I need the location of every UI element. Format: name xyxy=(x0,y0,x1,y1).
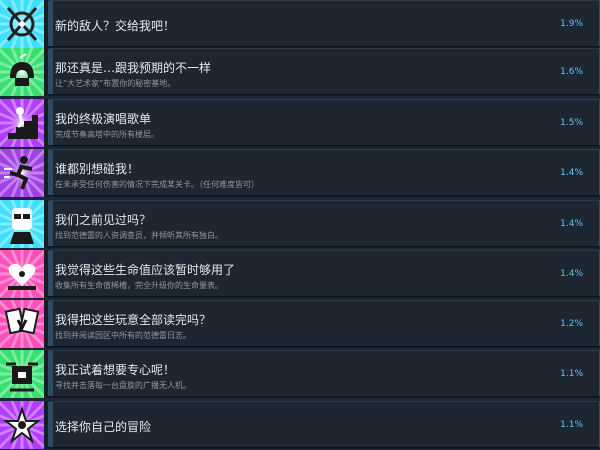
achievement-list: 新的敌人？交给我吧！ 1.9% 那还真是…跟我预期的不一样让“大艺术家”布置你的秘密… xyxy=(0,0,600,450)
unlock-percentage: 1.6% xyxy=(560,67,583,77)
panel-accent-bar xyxy=(48,402,53,447)
achievement-row[interactable]: 我们之前见过吗？ 找到范德雷的人资调查员，并倾听其所有独白。 1.4% xyxy=(0,200,600,248)
unlock-percentage: 1.4% xyxy=(560,219,583,229)
achievement-description: 收集所有生命值稀槽，完全升级你的生命量表。 xyxy=(55,281,223,290)
achievement-title: 我们之前见过吗？ xyxy=(55,213,152,227)
achievement-panel: 谁都别想碰我！ 在未承受任何伤害的情况下完成某关卡。（任何难度皆可） 1.4% xyxy=(48,149,600,196)
character-portrait-icon xyxy=(0,200,44,248)
achievement-panel: 选择你自己的冒险 1.1% xyxy=(48,401,600,448)
achievement-panel: 我得把这些玩意全部读完吗？ 找到并阅读园区中所有的范德雷日志。 1.2% xyxy=(48,300,600,347)
panel-accent-bar xyxy=(48,150,53,195)
achievement-panel: 新的敌人？交给我吧！ 1.9% xyxy=(48,0,600,47)
unlock-percentage: 1.4% xyxy=(560,168,583,178)
panel-accent-bar xyxy=(48,49,53,94)
unlock-percentage: 1.4% xyxy=(560,269,583,279)
achievement-title: 选择你自己的冒险 xyxy=(55,420,152,434)
star-burst-icon xyxy=(0,401,44,449)
achievement-panel: 我觉得这些生命值应该暂时够用了收集所有生命值稀槽，完全升级你的生命量表。 1.4% xyxy=(48,250,600,297)
achievement-description: 找到范德雷的人资调查员，并倾听其所有独白。 xyxy=(55,231,223,240)
achievement-panel: 那还真是…跟我预期的不一样让“大艺术家”布置你的秘密基地。 1.6% xyxy=(48,48,600,95)
unlock-percentage: 1.9% xyxy=(560,19,583,29)
compass-burst-icon xyxy=(0,0,44,48)
phone-icon xyxy=(0,48,44,96)
panel-accent-bar xyxy=(48,201,53,246)
achievement-panel: 我正试着想要专心呢！ 寻找并击落每一台盘旋的广播无人机。 1.1% xyxy=(48,350,600,397)
unlock-percentage: 1.1% xyxy=(560,420,583,430)
achievement-row[interactable]: 谁都别想碰我！ 在未承受任何伤害的情况下完成某关卡。（任何难度皆可） 1.4% xyxy=(0,149,600,197)
drone-icon xyxy=(0,350,44,398)
achievement-title: 新的敌人？交给我吧！ xyxy=(55,19,176,33)
achievement-row[interactable]: 选择你自己的冒险 1.1% xyxy=(0,401,600,449)
achievement-title: 谁都别想碰我！ xyxy=(55,162,140,176)
panel-accent-bar xyxy=(48,251,53,296)
achievement-title: 我觉得这些生命值应该暂时够用了 xyxy=(55,263,236,277)
achievement-description: 寻找并击落每一台盘旋的广播无人机。 xyxy=(55,381,191,390)
achievement-title: 我正试着想要专心呢！ xyxy=(55,363,176,377)
achievement-row[interactable]: 我觉得这些生命值应该暂时够用了收集所有生命值稀槽，完全升级你的生命量表。 1.4% xyxy=(0,250,600,298)
unlock-percentage: 1.2% xyxy=(560,319,583,329)
unlock-percentage: 1.5% xyxy=(560,118,583,128)
runner-icon xyxy=(0,149,44,197)
cards-icon xyxy=(0,300,44,348)
achievement-panel: 我的终极演唱歌单完成节奏高塔中的所有楼层。 1.5% xyxy=(48,99,600,146)
panel-accent-bar xyxy=(48,301,53,346)
achievement-description: 让“大艺术家”布置你的秘密基地。 xyxy=(55,79,176,88)
achievement-row[interactable]: 我正试着想要专心呢！ 寻找并击落每一台盘旋的广播无人机。 1.1% xyxy=(0,350,600,398)
achievement-row[interactable]: 我的终极演唱歌单完成节奏高塔中的所有楼层。 1.5% xyxy=(0,99,600,147)
achievement-description: 完成节奏高塔中的所有楼层。 xyxy=(55,130,159,139)
achievement-title: 我得把这些玩意全部读完吗？ xyxy=(55,313,212,327)
achievement-title: 我的终极演唱歌单 xyxy=(55,112,152,126)
panel-accent-bar xyxy=(48,351,53,396)
achievement-row[interactable]: 我得把这些玩意全部读完吗？ 找到并阅读园区中所有的范德雷日志。 1.2% xyxy=(0,300,600,348)
achievement-title: 那还真是…跟我预期的不一样 xyxy=(55,61,212,75)
achievement-description: 找到并阅读园区中所有的范德雷日志。 xyxy=(55,331,191,340)
panel-accent-bar xyxy=(48,100,53,145)
heart-gauge-icon xyxy=(0,250,44,298)
achievement-row[interactable]: 新的敌人？交给我吧！ 1.9% xyxy=(0,0,600,48)
unlock-percentage: 1.1% xyxy=(560,369,583,379)
stairs-climber-icon xyxy=(0,99,44,147)
panel-accent-bar xyxy=(48,1,53,46)
achievement-description: 在未承受任何伤害的情况下完成某关卡。（任何难度皆可） xyxy=(55,180,259,189)
achievement-row[interactable]: 那还真是…跟我预期的不一样让“大艺术家”布置你的秘密基地。 1.6% xyxy=(0,48,600,96)
achievement-panel: 我们之前见过吗？ 找到范德雷的人资调查员，并倾听其所有独白。 1.4% xyxy=(48,200,600,247)
